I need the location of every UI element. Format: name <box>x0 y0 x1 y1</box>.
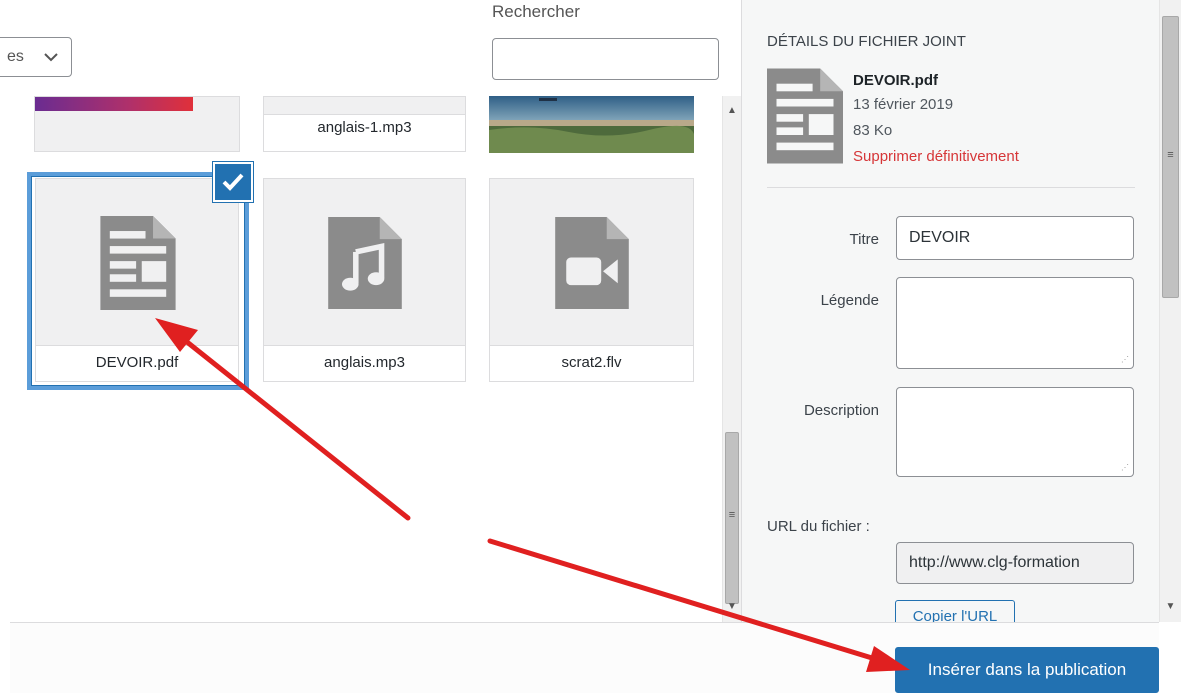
video-file-icon <box>555 217 629 309</box>
media-item-image-1[interactable] <box>34 96 240 152</box>
media-item-anglais[interactable]: anglais.mp3 <box>263 178 466 382</box>
insert-into-post-button[interactable]: Insérer dans la publication <box>895 647 1159 693</box>
scroll-up-icon[interactable]: ▲ <box>723 104 741 118</box>
media-item-image-2[interactable] <box>489 96 694 153</box>
search-label: Rechercher <box>492 2 580 18</box>
description-textarea[interactable] <box>896 387 1134 477</box>
search-input[interactable] <box>492 38 719 80</box>
grip-icon: ≡ <box>1167 149 1174 161</box>
selection-outline <box>27 172 249 390</box>
sidebar-scrollbar[interactable]: ≡ ▼ <box>1159 0 1181 622</box>
media-type-filter[interactable]: es <box>0 37 72 77</box>
caption-label: Légende <box>820 292 879 309</box>
document-icon <box>767 68 843 164</box>
attachment-filename: DEVOIR.pdf <box>853 72 938 89</box>
scrollbar-thumb[interactable]: ≡ <box>725 432 739 604</box>
media-item-anglais-1[interactable]: anglais-1.mp3 <box>263 96 466 152</box>
copy-url-button[interactable]: Copier l'URL <box>895 600 1015 622</box>
file-url-field[interactable] <box>896 542 1134 584</box>
landscape-thumbnail <box>489 96 694 153</box>
thumbnail-placeholder <box>264 97 465 115</box>
chevron-down-icon <box>44 53 58 62</box>
resize-grip-icon[interactable]: ⋰ <box>1121 355 1129 364</box>
title-field[interactable] <box>896 216 1134 260</box>
media-item-caption: scrat2.flv <box>490 345 693 381</box>
scroll-down-icon[interactable]: ▼ <box>1160 600 1181 614</box>
grip-icon: ≡ <box>728 509 736 521</box>
delete-permanently-link[interactable]: Supprimer définitivement <box>853 148 1019 165</box>
checkmark-icon <box>222 173 244 191</box>
thumbnail-image <box>35 97 193 111</box>
scroll-down-icon[interactable]: ▼ <box>723 600 741 614</box>
file-url-label: URL du fichier : <box>767 518 870 535</box>
scrollbar-thumb[interactable]: ≡ <box>1162 16 1179 298</box>
divider <box>767 187 1135 188</box>
media-item-caption: anglais.mp3 <box>264 345 465 381</box>
grid-scrollbar[interactable]: ▲ ≡ ▼ <box>722 96 741 622</box>
attachment-details-heading: DÉTAILS DU FICHIER JOINT <box>767 33 966 50</box>
media-item-caption: anglais-1.mp3 <box>317 119 412 136</box>
attachment-size: 83 Ko <box>853 122 893 139</box>
media-item-scrat2[interactable]: scrat2.flv <box>489 178 694 382</box>
caption-textarea[interactable] <box>896 277 1134 369</box>
attachment-date: 13 février 2019 <box>853 96 954 113</box>
resize-grip-icon[interactable]: ⋰ <box>1121 463 1129 472</box>
audio-file-icon <box>328 217 402 309</box>
selected-check-button[interactable] <box>213 162 253 202</box>
description-label: Description <box>803 402 879 419</box>
filter-value: es <box>7 48 24 65</box>
title-label: Titre <box>849 231 879 248</box>
